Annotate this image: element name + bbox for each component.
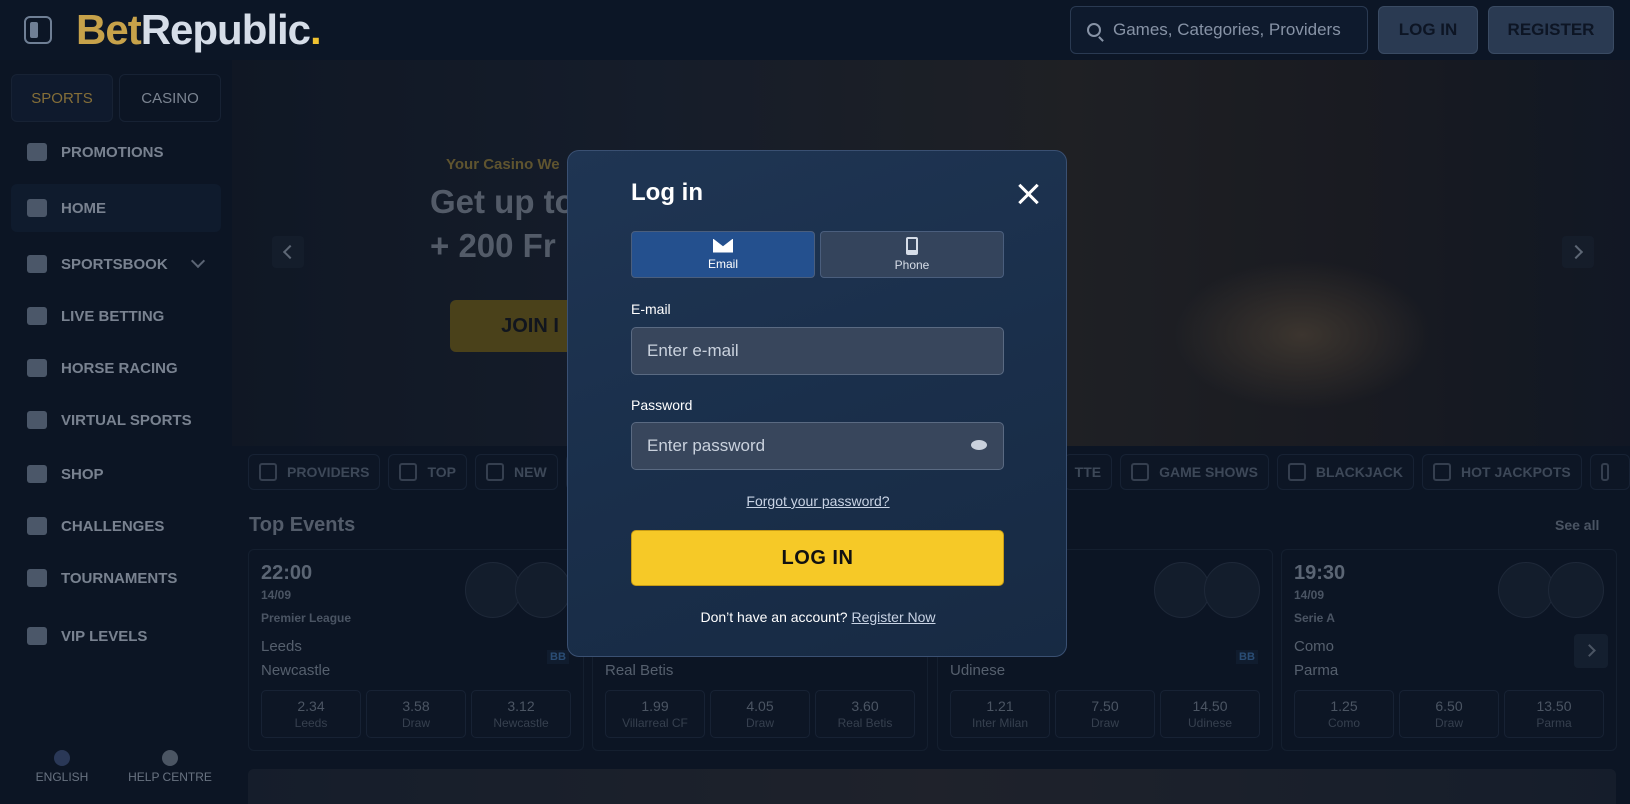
email-field[interactable] (631, 327, 1004, 375)
header-login-button[interactable]: LOG IN (1378, 6, 1478, 54)
search-icon (1087, 23, 1101, 37)
login-button[interactable]: LOG IN (631, 530, 1004, 586)
logo-dot: . (310, 6, 322, 53)
logo[interactable]: BetRepublic. (76, 6, 322, 54)
search-placeholder: Games, Categories, Providers (1113, 20, 1341, 39)
close-icon[interactable] (1015, 181, 1041, 207)
forgot-password-link[interactable]: Forgot your password? (568, 493, 1068, 509)
tab-phone-label: Phone (894, 258, 930, 272)
header-register-button[interactable]: REGISTER (1488, 6, 1614, 54)
envelope-icon (713, 238, 733, 253)
eye-icon[interactable] (971, 440, 987, 450)
modal-title: Log in (631, 179, 703, 206)
tab-email-label: Email (707, 256, 738, 271)
login-modal: Log in Email Phone E-mail Password Forgo… (567, 150, 1067, 657)
tab-email[interactable]: Email (631, 231, 815, 278)
register-prompt: Don’t have an account? Register Now (568, 609, 1068, 625)
phone-icon (906, 237, 918, 255)
password-field[interactable] (631, 422, 1004, 470)
password-label: Password (631, 397, 693, 413)
sidebar-toggle-icon[interactable] (24, 16, 52, 44)
tab-phone[interactable]: Phone (820, 231, 1004, 278)
logo-republic: Republic (140, 6, 311, 53)
logo-bet: Bet (76, 6, 142, 53)
register-now-link[interactable]: Register Now (851, 609, 935, 625)
email-label: E-mail (631, 301, 671, 317)
top-header: BetRepublic. Games, Categories, Provider… (0, 0, 1630, 60)
search-input[interactable]: Games, Categories, Providers (1070, 6, 1368, 54)
no-account-text: Don’t have an account? (700, 609, 848, 625)
